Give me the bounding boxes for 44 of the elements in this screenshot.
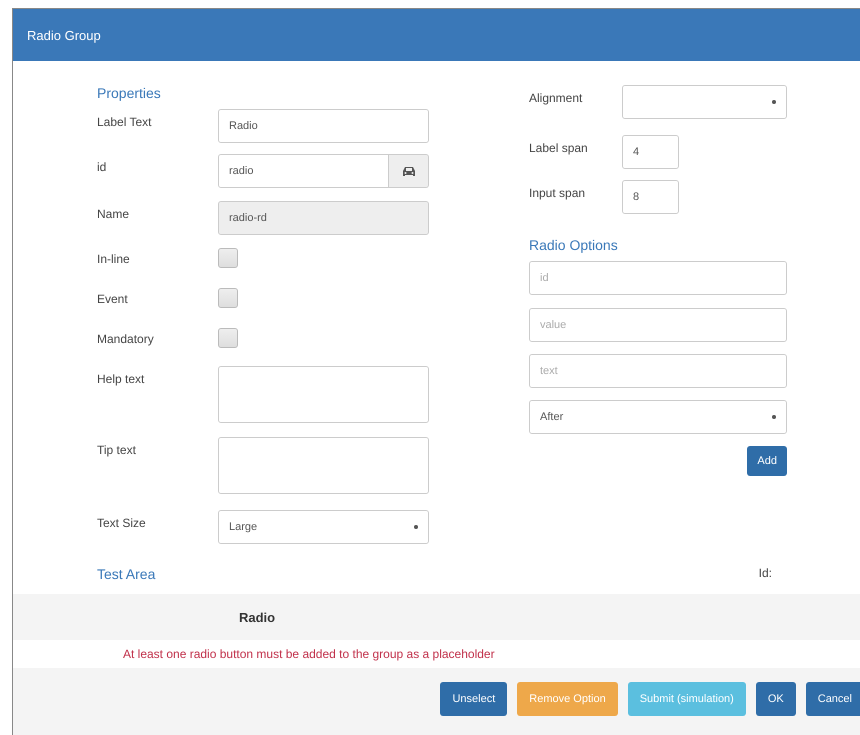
dropdown-icon	[414, 525, 418, 529]
select-field[interactable]: After	[529, 400, 787, 434]
text-field[interactable]: Radio	[218, 109, 429, 143]
field-label: Alignment	[529, 90, 584, 105]
text-field[interactable]: text	[529, 354, 787, 388]
radio-label: Radio	[239, 610, 276, 624]
field-label: Help text	[97, 371, 146, 386]
footer-button[interactable]: Unselect	[440, 682, 508, 716]
field-label: id	[97, 159, 108, 174]
text-field[interactable]: value	[529, 308, 787, 342]
checkbox[interactable]	[218, 328, 238, 348]
dropdown-icon	[772, 415, 776, 419]
section-heading: Properties	[97, 85, 162, 103]
field-label: Text Size	[97, 515, 147, 530]
checkbox[interactable]	[218, 248, 238, 268]
dropdown-icon	[772, 100, 776, 104]
field-label: Name	[97, 206, 130, 221]
number-field[interactable]: 4	[622, 135, 679, 169]
text-area[interactable]	[218, 437, 429, 494]
id-label: Id:	[758, 566, 772, 582]
field-label: Event	[97, 291, 129, 306]
car-icon	[402, 166, 416, 176]
text-area[interactable]	[218, 366, 429, 423]
field-label: Tip text	[97, 442, 137, 457]
footer-button[interactable]: OK	[756, 682, 796, 716]
field-label: Label span	[529, 140, 589, 155]
car-button[interactable]	[389, 154, 429, 188]
footer-button[interactable]: Cancel	[806, 682, 860, 716]
window-title: Radio Group	[27, 28, 101, 42]
add-button[interactable]: Add	[747, 446, 787, 476]
field-label: Label Text	[97, 114, 152, 129]
text-field[interactable]: radio-rd	[218, 201, 429, 235]
field-label: Input span	[529, 185, 586, 200]
field-label: In-line	[97, 251, 131, 266]
section-heading: Radio Options	[529, 237, 619, 255]
field-label: Mandatory	[97, 331, 155, 346]
id-field[interactable]: radio	[218, 154, 389, 188]
section-heading: Test Area	[97, 566, 156, 584]
number-field[interactable]: 8	[622, 180, 679, 214]
error-message: At least one radio button must be added to the group as a placeholder	[123, 647, 495, 661]
checkbox[interactable]	[218, 288, 238, 308]
select-field[interactable]: Large	[218, 510, 429, 544]
select-field[interactable]	[622, 85, 787, 119]
text-field[interactable]: id	[529, 261, 787, 295]
